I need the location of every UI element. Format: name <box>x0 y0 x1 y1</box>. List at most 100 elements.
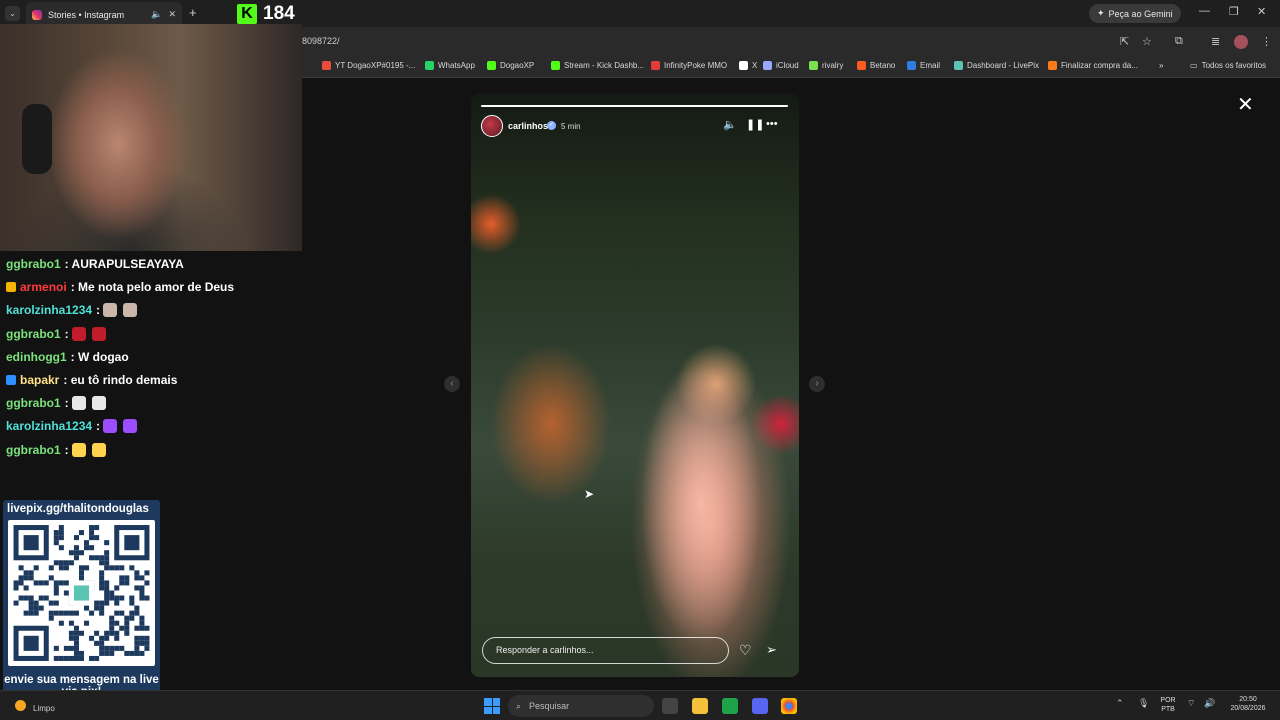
tab-close-icon[interactable]: ✕ <box>168 9 176 20</box>
tab-search-chevron-icon[interactable]: ⌄ <box>5 6 20 21</box>
chat-message: ggbrabo1: AURAPULSEAYAYA <box>6 257 184 271</box>
bookmark-label: Email <box>920 61 941 70</box>
reply-input[interactable]: Responder a carlinhos... <box>482 637 729 664</box>
microphone-icon[interactable]: 🎙 <box>1138 698 1149 709</box>
bookmark-favicon-icon <box>763 61 772 70</box>
chat-message: karolzinha1234: <box>6 303 140 318</box>
start-button[interactable] <box>484 698 500 714</box>
discord-icon[interactable] <box>752 698 768 714</box>
story-user-avatar[interactable] <box>481 115 503 137</box>
bookmark-label: Finalizar compra da... <box>1061 61 1138 70</box>
bookmark-label: Betano <box>870 61 896 70</box>
profile-avatar[interactable] <box>1234 35 1248 49</box>
mouse-cursor-icon: ➤ <box>584 487 595 501</box>
bookmark-item[interactable]: Dashboard - LivePix <box>954 61 1039 70</box>
all-bookmarks-folder[interactable]: ▭ Todos os favoritos <box>1190 61 1266 70</box>
install-app-icon[interactable]: ⇱ <box>1120 35 1129 48</box>
qr-code <box>8 520 155 666</box>
bookmark-label: WhatsApp <box>438 61 475 70</box>
bookmark-item[interactable]: YT DogaoXP#0195 -... <box>322 61 415 70</box>
chat-username: ggbrabo1 <box>6 396 61 411</box>
bookmark-label: rivalry <box>822 61 844 70</box>
bookmark-item[interactable]: InfinityPoke MMO <box>651 61 727 70</box>
story-progress-fill <box>481 105 788 107</box>
clock-date: 20/08/2026 <box>1230 705 1266 712</box>
next-story-icon[interactable]: › <box>809 376 825 392</box>
chat-text: : <box>64 326 69 341</box>
bookmark-label: InfinityPoke MMO <box>664 61 728 70</box>
story-viewer[interactable]: carlinhos ✓ 5 min 🔈 ❚❚ ••• Responder a c… <box>471 94 799 677</box>
volume-icon[interactable]: 🔊 <box>1204 698 1215 709</box>
maximize-window-button[interactable]: ❐ <box>1229 5 1239 18</box>
all-bookmarks-label: Todos os favoritos <box>1201 61 1267 70</box>
pause-icon[interactable]: ❚❚ <box>746 118 764 131</box>
bookmark-label: Stream - Kick Dashb... <box>564 61 645 70</box>
bookmark-item[interactable]: iCloud <box>763 61 799 70</box>
chat-username: karolzinha1234 <box>6 419 93 434</box>
bookmark-item[interactable]: Email <box>907 61 940 70</box>
chat-emote-icon <box>123 419 138 434</box>
speaker-icon[interactable]: 🔈 <box>151 9 162 20</box>
chat-message: armenoi: Me nota pelo amor de Deus <box>6 280 234 294</box>
bookmark-item[interactable]: X <box>739 61 757 70</box>
chat-username: ggbrabo1 <box>6 257 61 271</box>
chat-emote-icon <box>123 303 138 318</box>
more-bookmarks-icon[interactable]: » <box>1159 61 1163 70</box>
bookmark-favicon-icon <box>907 61 916 70</box>
send-icon[interactable]: ➢ <box>766 642 777 658</box>
chat-text: : Me nota pelo amor de Deus <box>70 280 235 295</box>
chat-username: karolzinha1234 <box>6 303 93 318</box>
windows-taskbar: Limpo ⌕ Pesquisar ⌃ 🎙 POR PTB ⌔ 🔊 20:50 … <box>0 690 1280 720</box>
verified-badge-icon: ✓ <box>547 121 556 130</box>
bookmark-item[interactable]: Finalizar compra da... <box>1048 61 1138 70</box>
browser-menu-icon[interactable]: ⋮ <box>1261 35 1272 48</box>
app-green-icon[interactable] <box>722 698 738 714</box>
bookmark-favicon-icon <box>551 61 560 70</box>
close-window-button[interactable]: ✕ <box>1257 5 1266 18</box>
bookmark-favicon-icon <box>322 61 331 70</box>
story-username[interactable]: carlinhos <box>508 121 548 131</box>
taskbar-search[interactable]: ⌕ Pesquisar <box>508 695 654 717</box>
bookmark-item[interactable]: DogaoXP <box>487 61 534 70</box>
browser-tab-bar: ⌄ Stories • Instagram 🔈 ✕ + ✦ Peça ao Ge… <box>0 0 1280 27</box>
weather-label: Limpo <box>33 704 55 713</box>
chat-text: : <box>64 442 69 457</box>
chrome-icon[interactable] <box>781 698 797 714</box>
previous-story-icon[interactable]: ‹ <box>444 376 460 392</box>
ask-gemini-button[interactable]: ✦ Peça ao Gemini <box>1089 4 1181 23</box>
bookmark-label: Dashboard - LivePix <box>967 61 1040 70</box>
kick-logo-icon: K <box>237 4 257 24</box>
new-tab-plus-icon[interactable]: + <box>189 5 197 20</box>
minimize-window-button[interactable]: — <box>1199 5 1210 17</box>
close-story-icon[interactable]: ✕ <box>1237 95 1254 115</box>
bookmark-label: YT DogaoXP#0195 -... <box>335 61 416 70</box>
chat-emote-icon <box>91 396 106 411</box>
keyboard-language[interactable]: POR PTB <box>1158 696 1178 714</box>
bookmark-favicon-icon <box>739 61 748 70</box>
task-view-icon[interactable] <box>662 698 678 714</box>
taskbar-search-placeholder: Pesquisar <box>529 701 570 711</box>
viewer-count: 184 <box>263 3 295 24</box>
file-explorer-icon[interactable] <box>692 698 708 714</box>
bookmark-item[interactable]: Stream - Kick Dashb... <box>551 61 644 70</box>
like-heart-icon[interactable]: ♡ <box>739 642 752 659</box>
bookmark-item[interactable]: rivalry <box>809 61 843 70</box>
extensions-icon[interactable]: ⧉ <box>1175 35 1183 48</box>
chat-username: edinhogg1 <box>6 349 67 364</box>
url-text[interactable]: 8098722/ <box>302 36 340 46</box>
bookmark-item[interactable]: Betano <box>857 61 895 70</box>
chat-username: ggbrabo1 <box>6 442 61 457</box>
more-options-icon[interactable]: ••• <box>766 118 778 130</box>
chat-text: : W dogao <box>70 349 129 364</box>
wifi-icon[interactable]: ⌔ <box>1187 698 1195 709</box>
bookmark-favicon-icon <box>1048 61 1057 70</box>
chat-message: edinhogg1: W dogao <box>6 350 129 364</box>
clock[interactable]: 20:50 20/08/2026 <box>1222 695 1274 713</box>
reading-list-icon[interactable]: ≣ <box>1211 35 1220 48</box>
headset-shape <box>22 104 52 174</box>
tray-overflow-icon[interactable]: ⌃ <box>1116 698 1124 709</box>
folder-icon: ▭ <box>1190 61 1198 70</box>
bookmark-item[interactable]: WhatsApp <box>425 61 475 70</box>
bookmark-star-icon[interactable]: ☆ <box>1142 35 1152 48</box>
mute-icon[interactable]: 🔈 <box>723 118 737 131</box>
